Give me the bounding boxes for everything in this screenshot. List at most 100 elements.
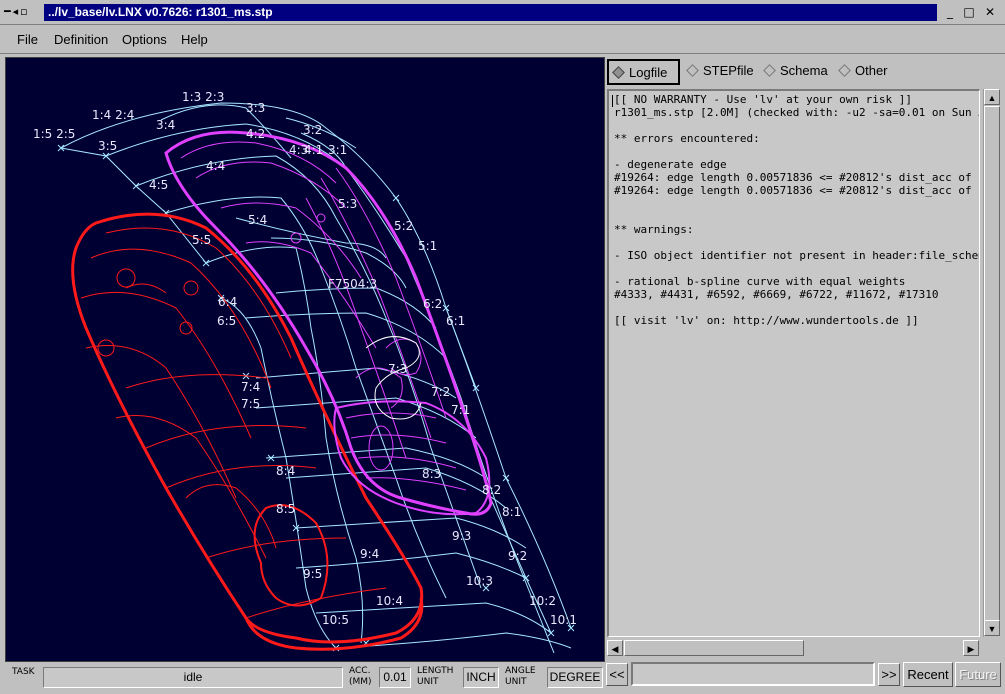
grid-label: 6:2: [423, 297, 442, 311]
length-unit-value[interactable]: INCH: [463, 667, 499, 688]
grid-label: 10:1: [550, 613, 577, 627]
grid-label: 7:5: [241, 397, 260, 411]
log-line: - rational b-spline curve with equal wei…: [614, 275, 906, 288]
scroll-thumb[interactable]: [624, 640, 804, 656]
menu-options[interactable]: Options: [122, 32, 167, 47]
grid-label: 10:3: [466, 574, 493, 588]
text-cursor: [612, 95, 613, 107]
history-back-button[interactable]: <<: [606, 663, 628, 686]
tab-other[interactable]: Other: [838, 59, 900, 85]
future-button[interactable]: Future: [955, 662, 1001, 687]
grid-label: 9:4: [360, 547, 379, 561]
angle-unit-label: UNIT: [505, 677, 527, 687]
log-line: - degenerate edge: [614, 158, 727, 171]
grid-label: 7:3: [388, 362, 407, 376]
panel-tabs: Logfile STEPfile Schema Other: [607, 59, 1000, 85]
tab-label: Logfile: [629, 65, 668, 80]
scroll-left-icon[interactable]: ◀: [607, 640, 623, 656]
grid-label: 7:2: [431, 385, 450, 399]
status-bar: TASK idle ACC. (MM) 0.01 LENGTH UNIT INC…: [5, 665, 605, 690]
log-vertical-scrollbar[interactable]: ▲ ▼: [983, 89, 1000, 637]
menu-bar: File Definition Options Help: [0, 26, 1005, 54]
radio-diamond-icon: [838, 64, 851, 77]
grid-label: F7504:3: [328, 277, 377, 291]
tab-stepfile[interactable]: STEPfile: [686, 59, 763, 85]
maximize-button[interactable]: □: [961, 4, 977, 20]
scroll-down-icon[interactable]: ▼: [984, 620, 1000, 636]
menu-help[interactable]: Help: [181, 32, 208, 47]
grid-label: 10:5: [322, 613, 349, 627]
grid-labels: 1:3 2:3 1:4 2:4 1:5 2:5 3:3 3:4 3:5 4:2 4:5 5:4 5…: [33, 90, 577, 627]
log-line: #19264: edge length 0.00571836 <= #20812…: [614, 171, 980, 184]
window-title: ../lv_base/lv.LNX v0.7626: r1301_ms.stp: [44, 4, 937, 21]
grid-label: 8:3: [422, 467, 441, 481]
length-unit-label: UNIT: [417, 677, 439, 687]
grid-label: 6:1: [446, 314, 465, 328]
grid-label: 5:1: [418, 239, 437, 253]
grid-label: 5:2: [394, 219, 413, 233]
log-line: - ISO object identifier not present in h…: [614, 249, 980, 262]
angle-label: ANGLE: [505, 666, 536, 676]
minimize-button[interactable]: _: [942, 4, 958, 20]
log-line: #19264: edge length 0.00571836 <= #20812…: [614, 184, 980, 197]
log-line: r1301_ms.stp [2.0M] (checked with: -u2 -…: [614, 106, 980, 119]
grid-label: 3:1: [328, 143, 347, 157]
grid-label: 10:2: [529, 594, 556, 608]
grid-label: 7:4: [241, 380, 260, 394]
grid-label: 8:1: [502, 505, 521, 519]
grid-label: 3:5: [98, 139, 117, 153]
grid-label: 1:4 2:4: [92, 108, 134, 122]
radio-diamond-icon: [686, 64, 699, 77]
history-forward-button[interactable]: >>: [878, 663, 900, 686]
grid-label: 8:5: [276, 502, 295, 516]
accuracy-value[interactable]: 0.01: [379, 667, 411, 688]
grid-label: 3:2: [303, 123, 322, 137]
tab-logfile[interactable]: Logfile: [607, 59, 680, 85]
scroll-thumb[interactable]: [984, 106, 1000, 621]
tab-label: Schema: [780, 63, 828, 78]
log-horizontal-scrollbar[interactable]: ◀ ▶: [607, 640, 980, 657]
grid-label: 4:4: [206, 159, 225, 173]
grid-label: 3:4: [156, 118, 175, 132]
close-button[interactable]: ✕: [982, 4, 998, 20]
grid-label: 5:3: [338, 197, 357, 211]
logfile-text[interactable]: [[ NO WARRANTY - Use 'lv' at your own ri…: [607, 89, 980, 637]
menu-definition[interactable]: Definition: [54, 32, 108, 47]
scroll-right-icon[interactable]: ▶: [963, 640, 979, 656]
accuracy-label: ACC.: [349, 666, 371, 676]
log-line: [[ NO WARRANTY - Use 'lv' at your own ri…: [614, 93, 913, 106]
grid-label: 4:1: [304, 143, 323, 157]
tab-schema[interactable]: Schema: [763, 59, 835, 85]
grid-label: 3:3: [246, 101, 265, 115]
grid-label: 1:3 2:3: [182, 90, 224, 104]
grid-label: 4:2: [246, 127, 265, 141]
radio-diamond-icon: [763, 64, 776, 77]
grid-label: 5:4: [248, 213, 267, 227]
log-line: ** errors encountered:: [614, 132, 760, 145]
recent-button[interactable]: Recent: [903, 662, 953, 687]
grid-label: 6:5: [217, 314, 236, 328]
length-label: LENGTH: [417, 666, 454, 676]
grid-label: 9:2: [508, 549, 527, 563]
accuracy-unit-label: (MM): [349, 677, 372, 687]
model-wireframe: 1:3 2:3 1:4 2:4 1:5 2:5 3:3 3:4 3:5 4:2 4:5 5:4 5…: [33, 90, 577, 654]
grid-label: 8:4: [276, 464, 295, 478]
tab-label: STEPfile: [703, 63, 754, 78]
command-input[interactable]: [631, 662, 875, 686]
task-status: idle: [43, 667, 343, 688]
window-menu-icon[interactable]: ━◂▫: [4, 5, 30, 18]
angle-unit-value[interactable]: DEGREE: [547, 667, 603, 688]
scroll-up-icon[interactable]: ▲: [984, 89, 1000, 105]
title-bar: ━◂▫ ../lv_base/lv.LNX v0.7626: r1301_ms.…: [0, 0, 1005, 25]
grid-label: 4:5: [149, 178, 168, 192]
log-line: [[ visit 'lv' on: http://www.wundertools…: [614, 314, 919, 327]
grid-label: 6:4: [218, 295, 237, 309]
model-viewport[interactable]: 1:3 2:3 1:4 2:4 1:5 2:5 3:3 3:4 3:5 4:2 4:5 5:4 5…: [5, 57, 605, 662]
grid-label: 5:5: [192, 233, 211, 247]
log-line: #4333, #4431, #6592, #6669, #6722, #1167…: [614, 288, 939, 301]
task-label: TASK: [12, 667, 35, 677]
log-line: ** warnings:: [614, 223, 694, 236]
menu-file[interactable]: File: [17, 32, 38, 47]
grid-label: 10:4: [376, 594, 403, 608]
grid-label: 8:2: [482, 483, 501, 497]
